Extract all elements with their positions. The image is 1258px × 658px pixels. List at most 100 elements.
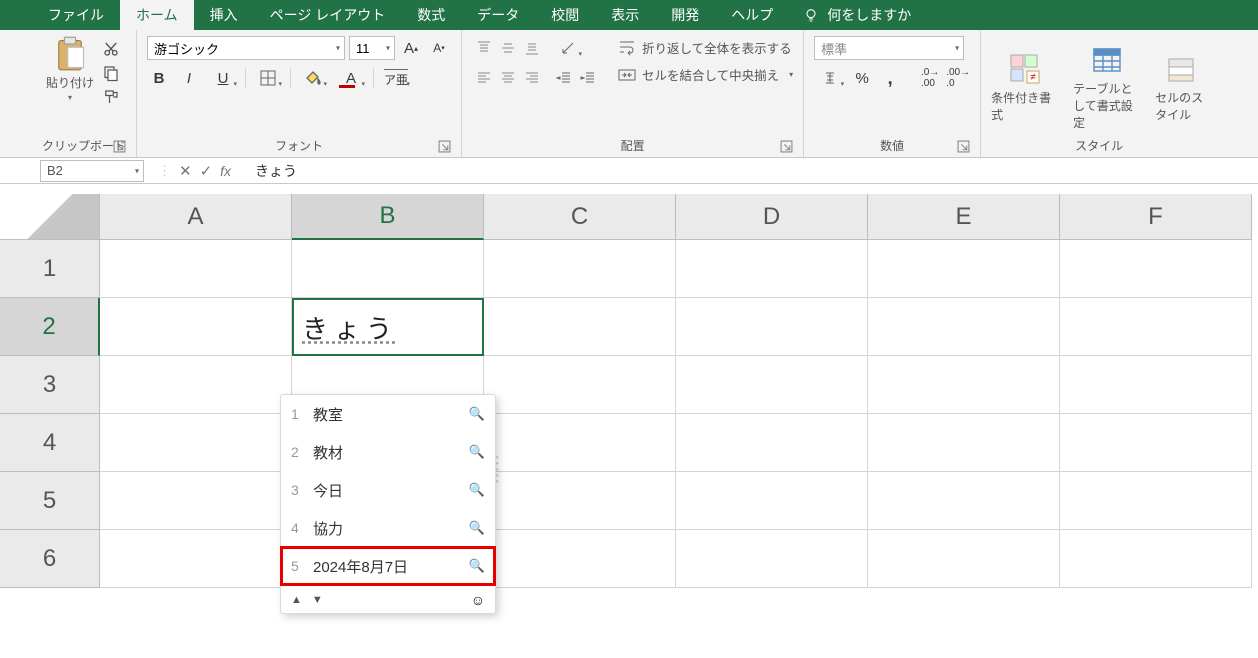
- cell-C3[interactable]: [484, 356, 676, 414]
- tellme[interactable]: 何をしますか: [789, 0, 925, 30]
- tab-home[interactable]: ホーム: [120, 0, 194, 30]
- percent-button[interactable]: %: [850, 66, 874, 90]
- dialog-launcher-icon[interactable]: [957, 140, 970, 153]
- cell-D2[interactable]: [676, 298, 868, 356]
- row-header-5[interactable]: 5: [0, 472, 100, 530]
- col-header-C[interactable]: C: [484, 194, 676, 240]
- tab-view[interactable]: 表示: [595, 0, 655, 30]
- row-header-1[interactable]: 1: [0, 240, 100, 298]
- tab-file[interactable]: ファイル: [32, 0, 120, 30]
- ime-emoji-icon[interactable]: ☺: [471, 592, 485, 608]
- search-icon[interactable]: 🔍: [469, 406, 485, 422]
- cut-icon[interactable]: [102, 40, 120, 58]
- cell-F3[interactable]: [1060, 356, 1252, 414]
- col-header-A[interactable]: A: [100, 194, 292, 240]
- cell-E4[interactable]: [868, 414, 1060, 472]
- border-button[interactable]: [252, 66, 284, 90]
- search-icon[interactable]: 🔍: [469, 482, 485, 498]
- col-header-F[interactable]: F: [1060, 194, 1252, 240]
- cell-C6[interactable]: [484, 530, 676, 588]
- cell-B1[interactable]: [292, 240, 484, 298]
- decrease-font-icon[interactable]: A▾: [427, 36, 451, 60]
- tab-formulas[interactable]: 数式: [401, 0, 461, 30]
- cell-E6[interactable]: [868, 530, 1060, 588]
- cell-A3[interactable]: [100, 356, 292, 414]
- cell-C2[interactable]: [484, 298, 676, 356]
- dialog-launcher-icon[interactable]: [438, 140, 451, 153]
- cell-A1[interactable]: [100, 240, 292, 298]
- cell-E3[interactable]: [868, 356, 1060, 414]
- merge-center-button[interactable]: セルを結合して中央揃え ▾: [618, 63, 793, 86]
- align-left-button[interactable]: [472, 66, 496, 90]
- fill-color-button[interactable]: [297, 66, 329, 90]
- tab-help[interactable]: ヘルプ: [715, 0, 789, 30]
- cell-C1[interactable]: [484, 240, 676, 298]
- cell-F1[interactable]: [1060, 240, 1252, 298]
- comma-button[interactable]: ,: [878, 66, 902, 90]
- tab-review[interactable]: 校閲: [535, 0, 595, 30]
- number-format-select[interactable]: 標準▾: [814, 36, 964, 60]
- font-size-select[interactable]: 11▾: [349, 36, 395, 60]
- paste-button[interactable]: 貼り付け ▾: [42, 36, 98, 102]
- cell-D3[interactable]: [676, 356, 868, 414]
- format-as-table-button[interactable]: テーブルとして書式設定: [1073, 44, 1141, 131]
- cell-F5[interactable]: [1060, 472, 1252, 530]
- cell-styles-button[interactable]: セルのスタイル: [1155, 53, 1207, 123]
- font-name-select[interactable]: 游ゴシック▾: [147, 36, 345, 60]
- copy-icon[interactable]: [102, 64, 120, 82]
- search-icon[interactable]: 🔍: [469, 558, 485, 574]
- tab-pagelayout[interactable]: ページ レイアウト: [254, 0, 402, 30]
- tab-insert[interactable]: 挿入: [194, 0, 254, 30]
- cell-F2[interactable]: [1060, 298, 1252, 356]
- font-color-button[interactable]: A: [335, 66, 367, 90]
- cell-A2[interactable]: [100, 298, 292, 356]
- cell-A6[interactable]: [100, 530, 292, 588]
- row-header-6[interactable]: 6: [0, 530, 100, 588]
- cell-E1[interactable]: [868, 240, 1060, 298]
- col-header-E[interactable]: E: [868, 194, 1060, 240]
- cell-F6[interactable]: [1060, 530, 1252, 588]
- ime-next-icon[interactable]: ▼: [312, 594, 323, 606]
- tab-developer[interactable]: 開発: [655, 0, 715, 30]
- cell-D4[interactable]: [676, 414, 868, 472]
- row-header-2[interactable]: 2: [0, 298, 100, 356]
- search-icon[interactable]: 🔍: [469, 444, 485, 460]
- cancel-edit-button[interactable]: ✕: [179, 162, 192, 180]
- cell-E2[interactable]: [868, 298, 1060, 356]
- ime-candidate-3[interactable]: 3 今日 🔍: [281, 471, 495, 509]
- bold-button[interactable]: B: [147, 66, 171, 90]
- select-all-corner[interactable]: [0, 194, 100, 240]
- insert-function-button[interactable]: fx: [220, 163, 231, 179]
- increase-indent-button[interactable]: [576, 66, 600, 90]
- search-icon[interactable]: 🔍: [469, 520, 485, 536]
- align-bottom-button[interactable]: [520, 36, 544, 60]
- cell-D1[interactable]: [676, 240, 868, 298]
- wrap-text-button[interactable]: 折り返して全体を表示する: [618, 36, 793, 59]
- cell-C5[interactable]: [484, 472, 676, 530]
- tab-data[interactable]: データ: [461, 0, 535, 30]
- ime-candidate-5[interactable]: 5 2024年8月7日 🔍: [281, 547, 495, 585]
- ime-candidate-4[interactable]: 4 協力 🔍: [281, 509, 495, 547]
- increase-decimal-button[interactable]: .0→.00: [918, 66, 942, 90]
- col-header-D[interactable]: D: [676, 194, 868, 240]
- align-top-button[interactable]: [472, 36, 496, 60]
- ime-prev-icon[interactable]: ▲: [291, 594, 302, 606]
- increase-font-icon[interactable]: A▴: [399, 36, 423, 60]
- italic-button[interactable]: I: [177, 66, 201, 90]
- row-header-3[interactable]: 3: [0, 356, 100, 414]
- accounting-format-button[interactable]: [814, 66, 846, 90]
- decrease-indent-button[interactable]: [552, 66, 576, 90]
- decrease-decimal-button[interactable]: .00→.0: [946, 66, 970, 90]
- row-header-4[interactable]: 4: [0, 414, 100, 472]
- align-right-button[interactable]: [520, 66, 544, 90]
- dialog-launcher-icon[interactable]: [113, 140, 126, 153]
- ime-candidate-1[interactable]: 1 教室 🔍: [281, 395, 495, 433]
- align-center-button[interactable]: [496, 66, 520, 90]
- underline-button[interactable]: U: [207, 66, 239, 90]
- conditional-formatting-button[interactable]: ≠ 条件付き書式: [991, 53, 1059, 123]
- cell-D6[interactable]: [676, 530, 868, 588]
- ime-candidate-2[interactable]: 2 教材 🔍: [281, 433, 495, 471]
- phonetic-button[interactable]: ア亜: [380, 66, 412, 90]
- dialog-launcher-icon[interactable]: [780, 140, 793, 153]
- align-middle-button[interactable]: [496, 36, 520, 60]
